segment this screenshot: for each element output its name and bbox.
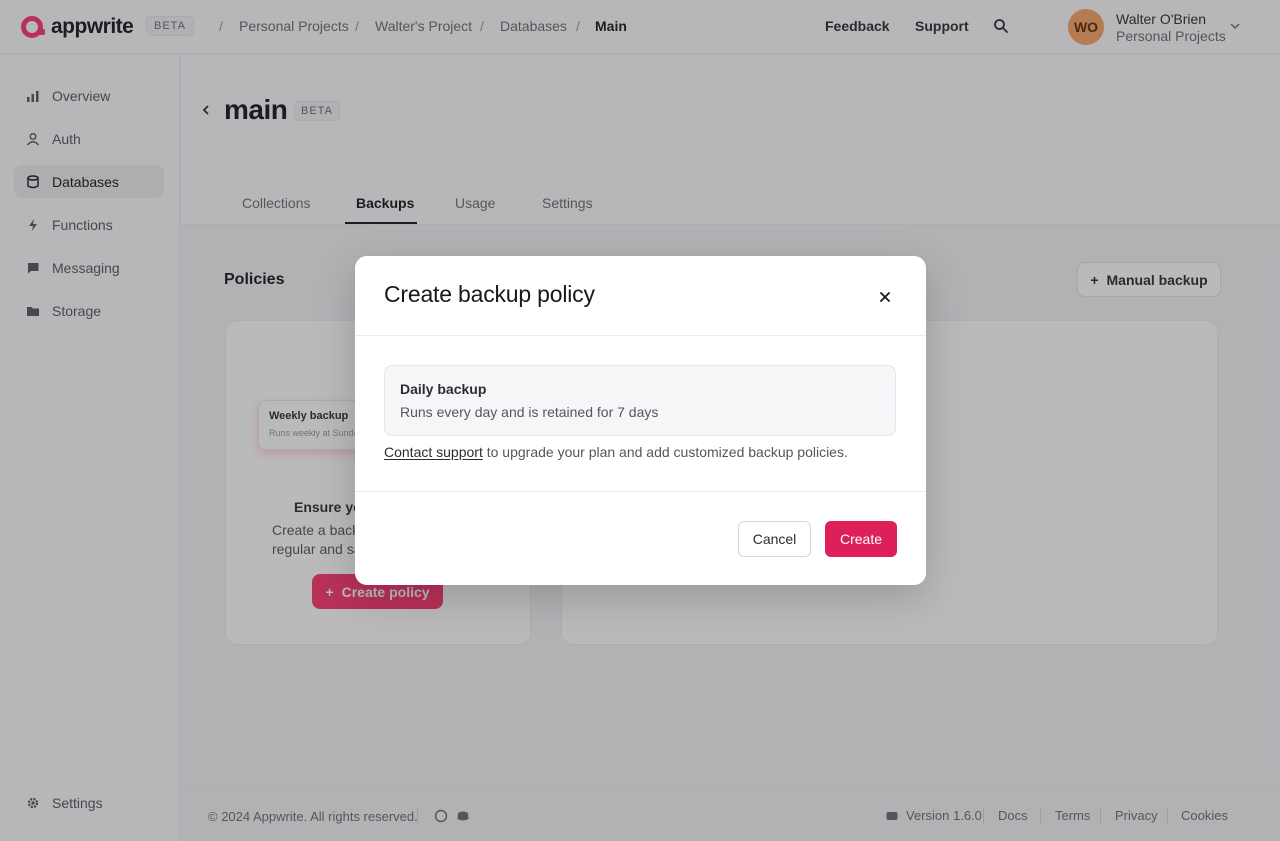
daily-backup-option[interactable]: Daily backup Runs every day and is retai…: [384, 365, 896, 436]
option-description: Runs every day and is retained for 7 day…: [400, 404, 659, 420]
modal-header-divider: [355, 335, 926, 336]
option-title: Daily backup: [400, 381, 487, 397]
create-button[interactable]: Create: [825, 521, 897, 557]
create-backup-policy-modal: Create backup policy Daily backup Runs e…: [355, 256, 926, 585]
support-note-text: to upgrade your plan and add customized …: [482, 444, 848, 460]
close-button[interactable]: [874, 286, 896, 308]
cancel-button[interactable]: Cancel: [738, 521, 811, 557]
contact-support-link[interactable]: Contact support: [384, 444, 483, 460]
modal-footer-divider: [355, 491, 926, 492]
support-note: Contact support to upgrade your plan and…: [384, 444, 848, 460]
close-icon: [880, 292, 890, 302]
modal-title: Create backup policy: [384, 281, 595, 307]
